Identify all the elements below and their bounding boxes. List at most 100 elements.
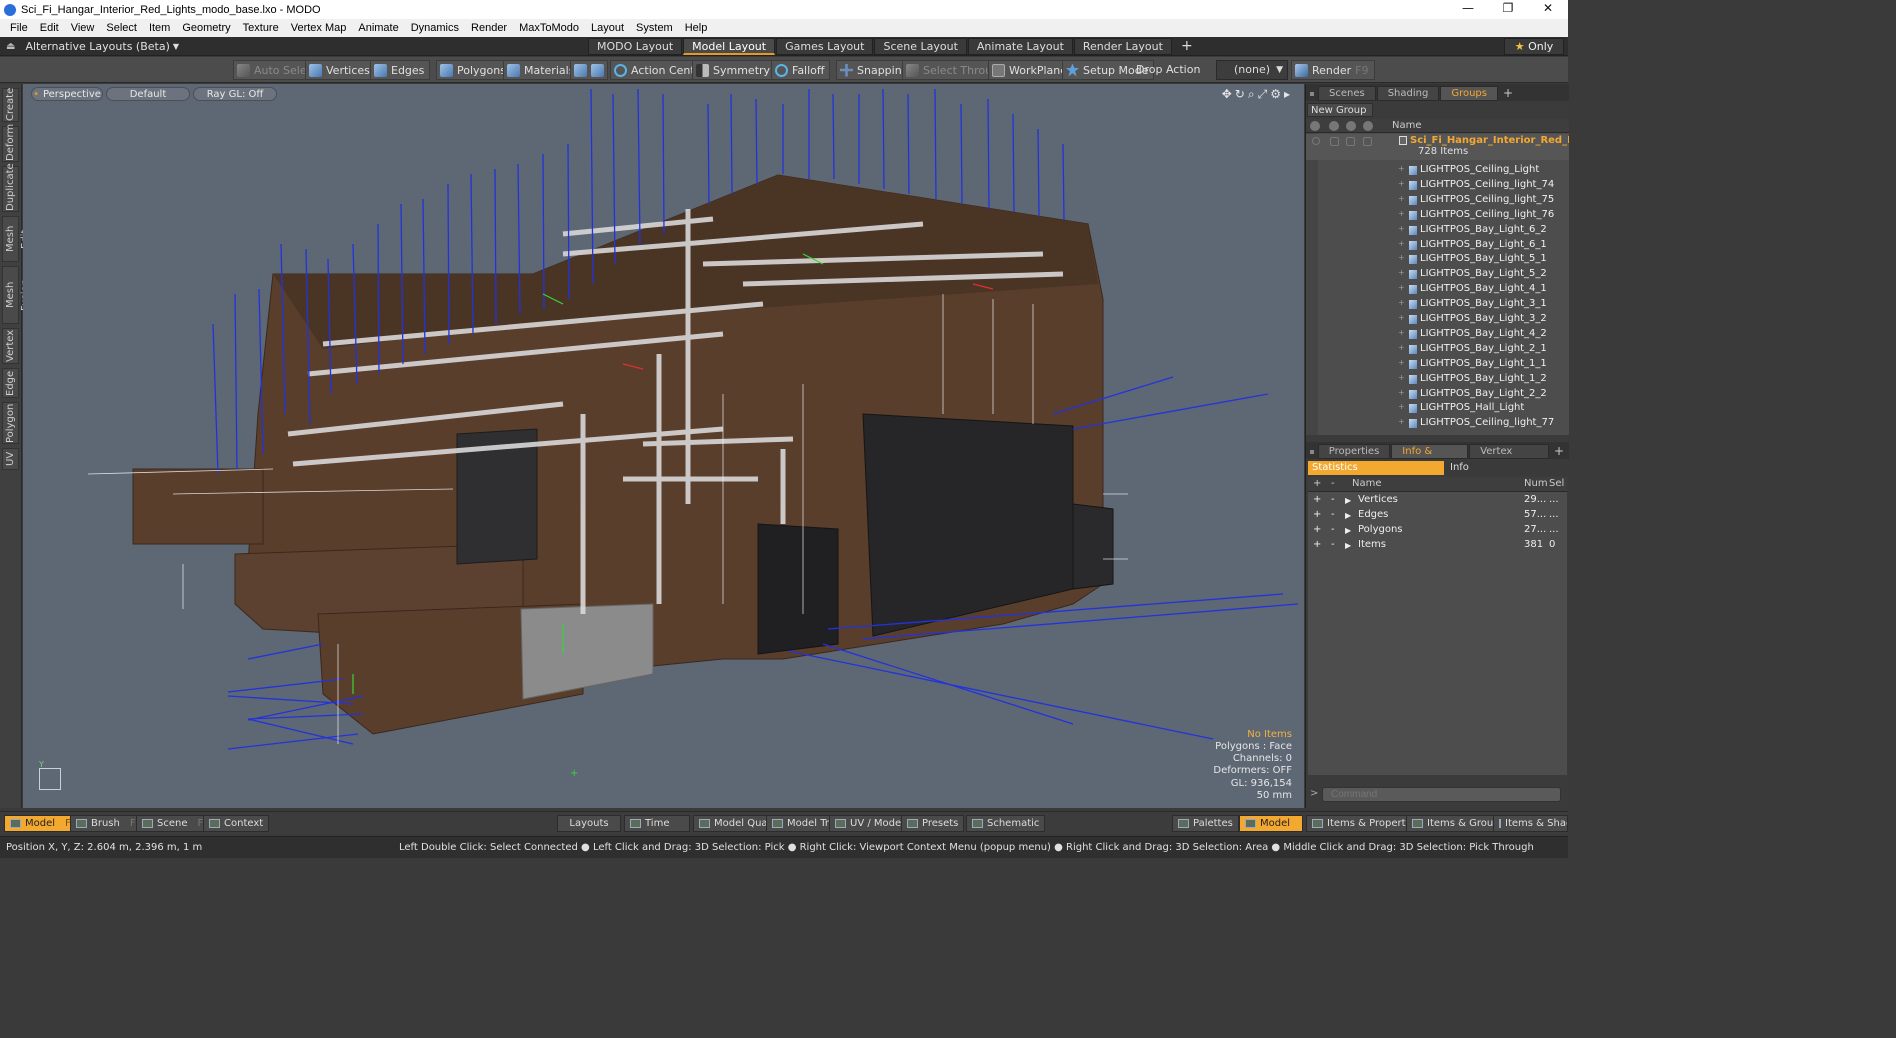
tab-render-layout[interactable]: Render Layout (1073, 38, 1172, 55)
tab-edge[interactable]: Edge (2, 368, 19, 398)
group-item-row[interactable]: + LIGHTPOS_Bay_Light_5_1 (1306, 252, 1569, 267)
expand-triangle-icon[interactable]: ▶ (1345, 526, 1351, 535)
group-item-row[interactable]: + LIGHTPOS_Ceiling_light_77 (1306, 416, 1569, 431)
mode-context-button[interactable]: Context (203, 815, 270, 832)
tab-modo-layout[interactable]: MODO Layout (588, 38, 683, 55)
expand-row-button[interactable]: + (1313, 494, 1321, 505)
collapse-row-button[interactable]: - (1331, 524, 1335, 535)
add-tab-button[interactable]: + (1550, 444, 1568, 459)
command-input[interactable] (1322, 787, 1561, 802)
materials-button[interactable]: Materials (503, 60, 581, 80)
statistics-row[interactable]: + - ▶ Polygons 27...... (1308, 523, 1567, 538)
tab-vertex[interactable]: Vertex (2, 328, 19, 364)
render-button[interactable]: Render F9 (1291, 60, 1375, 80)
group-item-row[interactable]: + LIGHTPOS_Bay_Light_5_2 (1306, 267, 1569, 282)
render-toggle-icon[interactable] (1329, 121, 1339, 131)
group-root-row[interactable]: Sci_Fi_Hangar_Interior_Red_Li ...728 Ite… (1306, 134, 1569, 160)
group-item-row[interactable]: + LIGHTPOS_Bay_Light_1_2 (1306, 372, 1569, 387)
lock-icon[interactable] (1346, 137, 1355, 146)
tab-groups[interactable]: Groups (1440, 86, 1498, 101)
expand-triangle-icon[interactable]: ▶ (1345, 511, 1351, 520)
vertices-button[interactable]: Vertices (305, 60, 376, 80)
shading-selector[interactable]: Default (106, 87, 190, 101)
menu-edit[interactable]: Edit (34, 22, 65, 34)
menu-animate[interactable]: Animate (352, 22, 404, 34)
expand-row-button[interactable]: + (1313, 509, 1321, 520)
pan-icon[interactable]: ✥ (1222, 87, 1232, 102)
group-item-row[interactable]: + LIGHTPOS_Ceiling_light_76 (1306, 208, 1569, 223)
menu-layout[interactable]: Layout (585, 22, 630, 34)
menu-maxtomodo[interactable]: MaxToModo (513, 22, 585, 34)
menu-dynamics[interactable]: Dynamics (405, 22, 465, 34)
collapse-all-header[interactable]: - (1331, 478, 1335, 489)
tab-scenes[interactable]: Scenes (1318, 86, 1376, 101)
component-mode-button[interactable] (570, 60, 608, 80)
tab-polygon[interactable]: Polygon (2, 402, 19, 444)
expand-all-header[interactable]: + (1313, 478, 1321, 489)
items-shading-button[interactable]: Items & Shadi (1493, 815, 1568, 832)
eye-icon[interactable] (1312, 137, 1320, 145)
eye-icon[interactable] (1310, 121, 1320, 131)
edges-button[interactable]: Edges (370, 60, 431, 80)
add-layout-button[interactable]: + (1173, 38, 1201, 55)
view-type-selector[interactable]: • Perspective (31, 87, 103, 101)
add-tab-button[interactable]: + (1499, 86, 1517, 101)
expand-triangle-icon[interactable]: ▶ (1345, 541, 1351, 550)
model-workspace-button[interactable]: Model (1239, 815, 1303, 832)
maximize-button[interactable]: ❐ (1488, 0, 1528, 19)
tab-mesh-edit[interactable]: Mesh Edit (2, 216, 31, 262)
only-button[interactable]: ★ Only (1504, 38, 1564, 55)
group-item-row[interactable]: + LIGHTPOS_Bay_Light_4_2 (1306, 327, 1569, 342)
select-toggle-icon[interactable] (1363, 121, 1373, 131)
group-item-row[interactable]: + LIGHTPOS_Bay_Light_2_1 (1306, 342, 1569, 357)
panel-menu-icon[interactable] (1310, 92, 1314, 96)
minimize-button[interactable]: — (1448, 0, 1488, 19)
select-toggle-icon[interactable] (1363, 137, 1372, 146)
menu-render[interactable]: Render (465, 22, 513, 34)
group-item-row[interactable]: + LIGHTPOS_Bay_Light_2_2 (1306, 387, 1569, 402)
collapse-row-button[interactable]: - (1331, 539, 1335, 550)
polygons-button[interactable]: Polygons (436, 60, 512, 80)
model-tri-button[interactable]: Model Tri (766, 815, 838, 832)
menu-vertex-map[interactable]: Vertex Map (285, 22, 353, 34)
tab-animate-layout[interactable]: Animate Layout (967, 38, 1073, 55)
schematic-button[interactable]: Schematic (966, 815, 1046, 832)
collapse-row-button[interactable]: - (1331, 509, 1335, 520)
drop-action-select[interactable]: (none) ▼ (1216, 60, 1288, 80)
presets-button[interactable]: Presets (901, 815, 965, 832)
symmetry-button[interactable]: Symmetry (692, 60, 777, 80)
time-button[interactable]: Time (624, 815, 690, 832)
tab-model-layout[interactable]: Model Layout (683, 38, 776, 55)
3d-viewport[interactable]: + • Perspective Default Ray GL: Off ✥ ↻ ⌕… (23, 84, 1304, 808)
rotate-icon[interactable]: ↻ (1235, 87, 1245, 102)
maximize-viewport-icon[interactable]: ⤢ (1258, 87, 1268, 102)
tab-statistics[interactable]: Statistics (1308, 461, 1444, 475)
command-expand-icon[interactable]: > (1310, 788, 1318, 799)
lock-icon[interactable] (1346, 121, 1356, 131)
tab-shading[interactable]: Shading (1376, 86, 1440, 101)
raygl-toggle[interactable]: Ray GL: Off (193, 87, 277, 101)
group-item-row[interactable]: + LIGHTPOS_Bay_Light_3_2 (1306, 312, 1569, 327)
tab-scene-layout[interactable]: Scene Layout (874, 38, 967, 55)
group-item-row[interactable]: + LIGHTPOS_Ceiling_light_74 (1306, 178, 1569, 193)
expand-triangle-icon[interactable]: ▶ (1345, 496, 1351, 505)
tab-info-stats[interactable]: Info & Stats (1391, 444, 1469, 471)
render-toggle-icon[interactable] (1330, 137, 1339, 146)
panel-menu-icon[interactable] (1310, 450, 1314, 454)
statistics-row[interactable]: + - ▶ Items 381 0 (1308, 538, 1567, 553)
tab-duplicate[interactable]: Duplicate (2, 163, 19, 212)
group-item-row[interactable]: + LIGHTPOS_Bay_Light_6_2 (1306, 223, 1569, 238)
layouts-button[interactable]: Layouts (557, 815, 621, 832)
group-item-row[interactable]: + LIGHTPOS_Ceiling_Light (1306, 163, 1569, 178)
menu-geometry[interactable]: Geometry (176, 22, 236, 34)
tab-games-layout[interactable]: Games Layout (776, 38, 874, 55)
group-item-row[interactable]: + LIGHTPOS_Bay_Light_3_1 (1306, 297, 1569, 312)
group-item-row[interactable]: + LIGHTPOS_Bay_Light_1_1 (1306, 357, 1569, 372)
menu-texture[interactable]: Texture (237, 22, 285, 34)
alternative-layouts-dropdown[interactable]: ⏏ Alternative Layouts (Beta) ▼ (6, 40, 179, 53)
tab-deform[interactable]: Deform (2, 124, 19, 162)
expand-row-button[interactable]: + (1313, 539, 1321, 550)
expand-arrow-icon[interactable]: ▸ (1284, 87, 1290, 102)
name-column-header[interactable]: Name (1392, 120, 1422, 131)
tab-mesh-fusion[interactable]: Mesh Fusion (2, 266, 31, 324)
